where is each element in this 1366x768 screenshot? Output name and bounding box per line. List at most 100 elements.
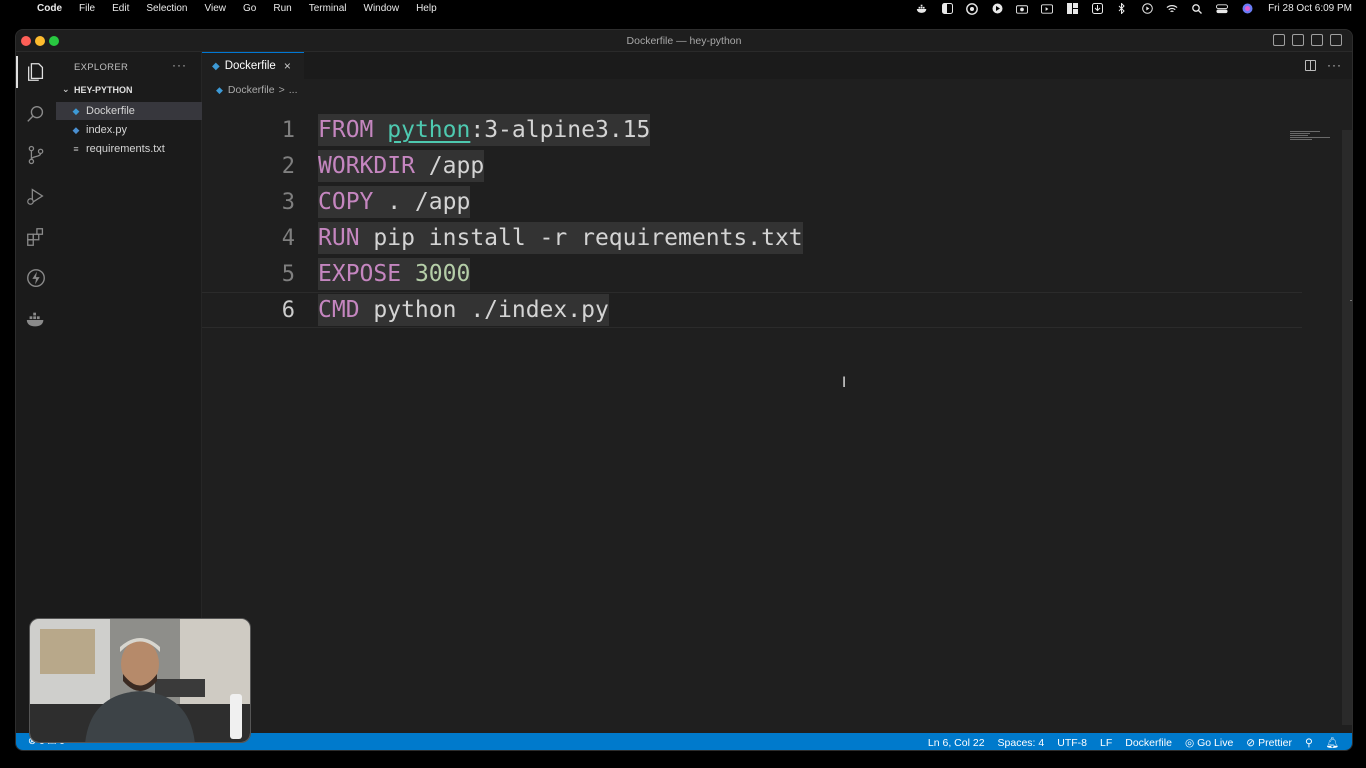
- go-live-button[interactable]: ◎ Go Live: [1185, 737, 1233, 749]
- run-debug-icon[interactable]: [24, 184, 48, 208]
- code-line[interactable]: 6 CMD python ./index.py: [202, 292, 1302, 328]
- source-control-icon[interactable]: [24, 143, 48, 167]
- line-number: 4: [281, 225, 295, 251]
- tab-dockerfile[interactable]: ◆ Dockerfile ×: [202, 52, 304, 79]
- play-circle-icon[interactable]: [991, 3, 1003, 14]
- window-title: Dockerfile — hey-python: [626, 35, 742, 47]
- menu-file[interactable]: File: [79, 3, 95, 14]
- lines-icon: ≡: [73, 144, 79, 154]
- broadcast-icon: ◎: [1184, 736, 1195, 749]
- menu-help[interactable]: Help: [416, 3, 437, 14]
- scrollbar-thumb[interactable]: [1350, 300, 1352, 301]
- menu-view[interactable]: View: [205, 3, 227, 14]
- chrome-icon[interactable]: [966, 2, 978, 15]
- code-editor[interactable]: 1 FROM python:3-alpine3.15 2 WORKDIR /app 3 C…: [202, 100, 1352, 733]
- menu-window[interactable]: Window: [364, 3, 400, 14]
- breadcrumb: ◆ Dockerfile > ...: [216, 84, 298, 96]
- download-icon[interactable]: [1091, 3, 1103, 14]
- code-line[interactable]: 1 FROM python:3-alpine3.15: [202, 112, 1302, 148]
- record-icon[interactable]: [1141, 3, 1153, 14]
- file-label: Dockerfile: [86, 105, 135, 117]
- encoding[interactable]: UTF-8: [1057, 737, 1087, 749]
- circle-slash-icon: ⊘: [1246, 736, 1256, 749]
- line-number: 5: [281, 261, 295, 287]
- breadcrumb-separator: >: [278, 84, 285, 96]
- line-number: 6: [281, 297, 295, 323]
- code-line[interactable]: 2 WORKDIR /app: [202, 148, 1302, 184]
- menu-run[interactable]: Run: [273, 3, 291, 14]
- menubar-tray: Fri 28 Oct 6:09 PM: [916, 0, 1366, 17]
- breadcrumb-file[interactable]: Dockerfile: [228, 84, 275, 96]
- line-number: 2: [281, 153, 295, 179]
- breadcrumb-rest[interactable]: ...: [289, 84, 298, 96]
- customize-layout-icon[interactable]: [1330, 34, 1342, 46]
- accounts-icon[interactable]: ⚲: [1305, 737, 1313, 749]
- line-code[interactable]: COPY . /app: [318, 186, 471, 218]
- explorer-icon[interactable]: [16, 56, 48, 88]
- line-code[interactable]: FROM python:3-alpine3.15: [318, 114, 651, 146]
- line-code[interactable]: WORKDIR /app: [318, 150, 485, 182]
- code-token: /app: [414, 153, 485, 179]
- close-icon[interactable]: ×: [284, 59, 291, 73]
- explorer-header: EXPLORER: [74, 62, 129, 73]
- docker-icon[interactable]: [24, 308, 48, 332]
- explorer-more-button[interactable]: ···: [172, 58, 187, 72]
- menu-edit[interactable]: Edit: [112, 3, 129, 14]
- extensions-icon[interactable]: [24, 225, 48, 249]
- control-center-icon[interactable]: [1216, 3, 1229, 14]
- indentation[interactable]: Spaces: 4: [998, 737, 1045, 749]
- docker-icon: ◆: [216, 84, 223, 95]
- code-token: COPY: [318, 189, 374, 215]
- code-token: python ./index.py: [359, 297, 609, 323]
- grid-icon[interactable]: [1066, 3, 1078, 14]
- split-editor-icon[interactable]: [1305, 59, 1316, 71]
- bell-icon[interactable]: 🔔︎: [1326, 736, 1339, 749]
- prettier-button[interactable]: ⊘ Prettier: [1246, 737, 1292, 749]
- vertical-scrollbar[interactable]: [1342, 130, 1352, 725]
- file-item-requirements-txt[interactable]: ≡ requirements.txt: [56, 140, 202, 158]
- sidebar-icon[interactable]: [941, 3, 953, 14]
- menu-app-name[interactable]: Code: [37, 3, 62, 14]
- end-of-line[interactable]: LF: [1100, 737, 1112, 749]
- wifi-icon[interactable]: [1166, 4, 1178, 14]
- text-cursor-icon: I: [842, 375, 847, 391]
- bluetooth-icon[interactable]: [1116, 3, 1128, 14]
- folder-label: HEY-PYTHON: [74, 84, 133, 95]
- line-code[interactable]: EXPOSE 3000: [318, 258, 471, 290]
- file-item-index-py[interactable]: ◆ index.py: [56, 121, 202, 139]
- line-code[interactable]: CMD python ./index.py: [318, 294, 609, 326]
- code-token: pip install -r requirements.txt: [359, 225, 803, 251]
- search-icon[interactable]: [1191, 3, 1203, 14]
- code-token: RUN: [318, 225, 360, 251]
- editor-actions: ···: [1305, 58, 1342, 72]
- code-line[interactable]: 4 RUN pip install -r requirements.txt: [202, 220, 1302, 256]
- code-token: 3000: [414, 261, 471, 287]
- screen-icon[interactable]: [1041, 3, 1054, 14]
- language-mode[interactable]: Dockerfile: [1125, 737, 1172, 749]
- chevron-down-icon: ⌄: [62, 84, 70, 94]
- toggle-panel-icon[interactable]: [1292, 34, 1304, 46]
- line-code[interactable]: RUN pip install -r requirements.txt: [318, 222, 803, 254]
- code-line[interactable]: 3 COPY . /app: [202, 184, 1302, 220]
- menu-terminal[interactable]: Terminal: [309, 3, 347, 14]
- toggle-secondary-sidebar-icon[interactable]: [1311, 34, 1323, 46]
- menu-selection[interactable]: Selection: [146, 3, 187, 14]
- docker-icon[interactable]: [916, 4, 928, 14]
- cursor-position[interactable]: Ln 6, Col 22: [928, 737, 985, 749]
- siri-icon[interactable]: [1241, 3, 1253, 14]
- code-line[interactable]: 5 EXPOSE 3000: [202, 256, 1302, 292]
- menubar-clock[interactable]: Fri 28 Oct 6:09 PM: [1268, 3, 1352, 14]
- menu-go[interactable]: Go: [243, 3, 256, 14]
- thunder-client-icon[interactable]: [24, 266, 48, 290]
- file-item-dockerfile[interactable]: ◆ Dockerfile: [56, 102, 202, 120]
- code-token: CMD: [318, 297, 360, 323]
- folder-hey-python[interactable]: ⌄ HEY-PYTHON: [62, 84, 133, 95]
- camera-icon[interactable]: [1016, 4, 1029, 14]
- search-icon[interactable]: [24, 102, 48, 126]
- toggle-sidebar-icon[interactable]: [1273, 34, 1285, 46]
- minimap[interactable]: [1290, 131, 1340, 141]
- file-label: requirements.txt: [86, 143, 165, 155]
- editor-more-button[interactable]: ···: [1327, 58, 1342, 72]
- code-token: FROM: [318, 117, 374, 143]
